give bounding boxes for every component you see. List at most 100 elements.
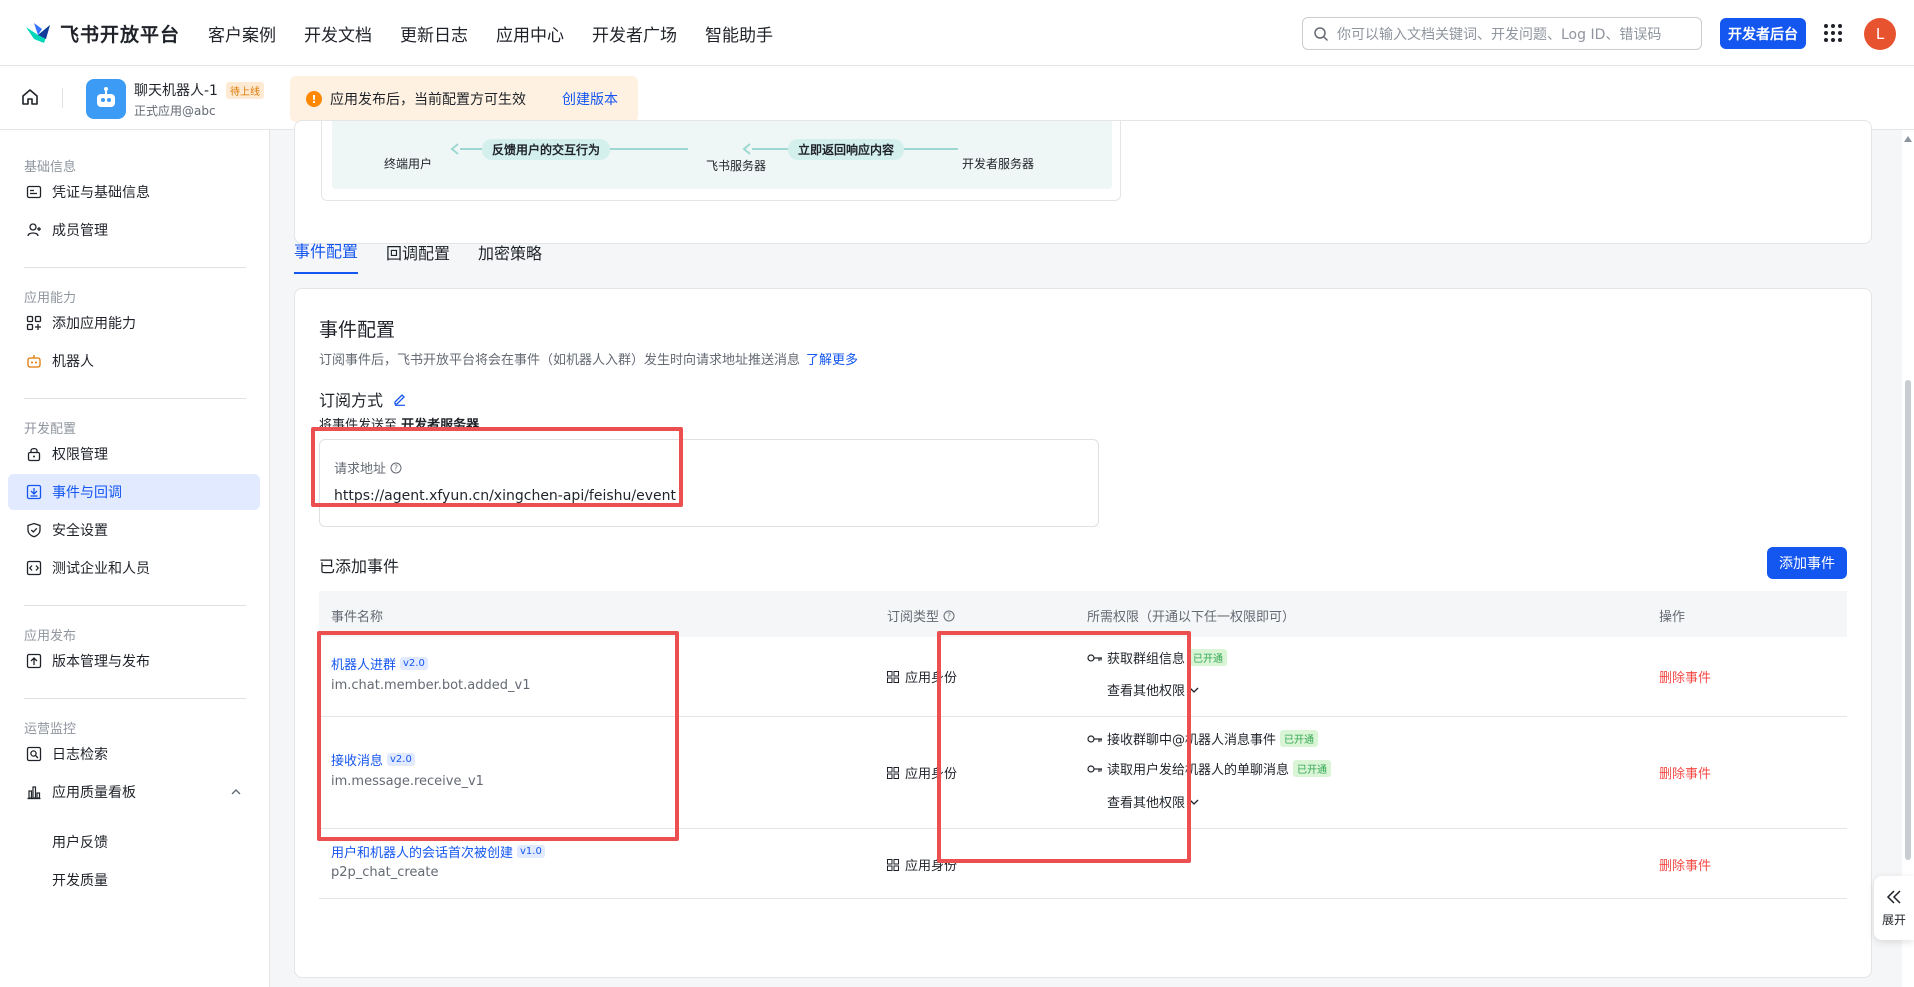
event-name-text: 机器人进群 (331, 658, 397, 673)
nav-docs[interactable]: 开发文档 (304, 21, 372, 46)
delete-event-button[interactable]: 删除事件 (1659, 763, 1711, 782)
sidebar-item-versions[interactable]: 版本管理与发布 (8, 643, 260, 679)
apps-icon (887, 670, 899, 683)
send-to-line: 将事件发送至 开发者服务器 (319, 414, 479, 433)
expand-panel-button[interactable]: 展开 (1874, 876, 1914, 940)
developer-console-button[interactable]: 开发者后台 (1720, 18, 1806, 49)
sidebar: 基础信息 凭证与基础信息 成员管理 应用能力 添加应用能力 机器人 开发配置 权… (0, 130, 270, 987)
nav-assistant[interactable]: 智能助手 (705, 21, 773, 46)
scroll-thumb[interactable] (1905, 380, 1911, 860)
event-code: p2p_chat_create (331, 865, 439, 880)
edit-icon[interactable] (393, 392, 407, 406)
table-header: 事件名称 订阅类型 ? 所需权限（开通以下任一权限即可） 操作 (319, 591, 1847, 637)
request-url-value: https://agent.xfyun.cn/xingchen-api/feis… (334, 488, 676, 504)
user-avatar[interactable]: L (1864, 18, 1896, 50)
event-name[interactable]: 用户和机器人的会话首次被创建 v1.0 (331, 842, 545, 861)
logo-text: 飞书开放平台 (60, 24, 181, 46)
home-icon[interactable] (20, 87, 40, 107)
feishu-logo[interactable]: 飞书开放平台 (24, 20, 180, 47)
main-content: 终端用户 飞书服务器 开发者服务器 反馈用户的交互行为 立即返回响应内容 事件配… (270, 120, 1914, 987)
permission-status-badge: 已开通 (1189, 649, 1228, 666)
flow-pill-respond: 立即返回响应内容 (788, 139, 905, 160)
sidebar-item-logs[interactable]: 日志检索 (8, 736, 260, 772)
sidebar-item-credentials[interactable]: 凭证与基础信息 (8, 174, 260, 210)
divider (62, 88, 63, 108)
id-card-icon (26, 184, 42, 200)
create-version-link[interactable]: 创建版本 (562, 89, 618, 109)
sidebar-item-members[interactable]: 成员管理 (8, 212, 260, 248)
page-scrollbar[interactable] (1902, 130, 1914, 987)
add-event-button[interactable]: 添加事件 (1767, 547, 1847, 579)
nav-changelog[interactable]: 更新日志 (400, 21, 468, 46)
event-name[interactable]: 机器人进群 v2.0 (331, 654, 428, 673)
header-subscription-type: 订阅类型 ? (887, 606, 955, 625)
delete-event-button[interactable]: 删除事件 (1659, 855, 1711, 874)
apps-grid-icon[interactable] (1824, 24, 1842, 42)
added-events-title: 已添加事件 (319, 557, 400, 576)
tab-event-config[interactable]: 事件配置 (294, 238, 359, 274)
subscription-mode-label: 订阅方式 (319, 391, 384, 410)
app-avatar (86, 79, 126, 119)
sidebar-item-events[interactable]: 事件与回调 (8, 474, 260, 510)
sidebar-item-add-ability[interactable]: 添加应用能力 (8, 305, 260, 341)
delete-event-button[interactable]: 删除事件 (1659, 667, 1711, 686)
event-code: im.chat.member.bot.added_v1 (331, 678, 531, 693)
tab-callback-config[interactable]: 回调配置 (386, 240, 450, 274)
permission-label: 读取用户发给机器人的单聊消息 (1107, 763, 1290, 778)
user-add-icon (26, 222, 42, 238)
learn-more-link[interactable]: 了解更多 (806, 353, 858, 368)
view-more-permissions[interactable]: 查看其他权限 (1107, 680, 1199, 699)
subscription-type: 应用身份 (887, 855, 957, 874)
help-icon[interactable]: ? (943, 610, 955, 622)
event-icon (26, 484, 42, 500)
sidebar-item-dev-quality[interactable]: 开发质量 (52, 870, 108, 890)
sidebar-item-security[interactable]: 安全设置 (8, 512, 260, 548)
apps-icon (887, 766, 899, 779)
sidebar-item-label: 测试企业和人员 (52, 561, 150, 577)
request-url-field[interactable]: 请求地址 ? https://agent.xfyun.cn/xingchen-a… (319, 439, 1099, 527)
flow-diagram-bg: 终端用户 飞书服务器 开发者服务器 反馈用户的交互行为 立即返回响应内容 (332, 121, 1112, 189)
header-subscription-type-text: 订阅类型 (887, 610, 940, 625)
version-badge: v2.0 (400, 657, 428, 670)
view-more-permissions[interactable]: 查看其他权限 (1107, 792, 1199, 811)
flow-node-dev-server: 开发者服务器 (962, 157, 1035, 171)
search-input[interactable]: 你可以输入文档关键词、开发问题、Log ID、错误码 (1302, 17, 1702, 50)
robot-icon (26, 353, 42, 369)
sidebar-item-quality[interactable]: 应用质量看板 (8, 774, 260, 810)
arrow-left-icon (742, 143, 751, 155)
robot-icon (97, 87, 115, 107)
sidebar-item-bot[interactable]: 机器人 (8, 343, 260, 379)
event-name-text: 用户和机器人的会话首次被创建 (331, 846, 514, 861)
flow-diagram-card: 终端用户 飞书服务器 开发者服务器 反馈用户的交互行为 立即返回响应内容 (294, 120, 1872, 244)
nav-dev-plaza[interactable]: 开发者广场 (592, 21, 677, 46)
flow-pill-feedback: 反馈用户的交互行为 (482, 139, 611, 160)
app-subtitle: 正式应用@abc (134, 104, 216, 118)
section-description: 订阅事件后，飞书开放平台将会在事件（如机器人入群）发生时向请求地址推送消息 了解更… (319, 349, 858, 368)
permission-item: 读取用户发给机器人的单聊消息 已开通 (1087, 759, 1332, 778)
publish-notice: ! 应用发布后，当前配置方可生效 创建版本 (290, 76, 638, 122)
notice-text: 应用发布后，当前配置方可生效 (330, 92, 526, 108)
subscription-type-text: 应用身份 (905, 767, 958, 782)
event-code: im.message.receive_v1 (331, 774, 484, 789)
sidebar-item-label: 机器人 (52, 354, 94, 370)
divider (24, 698, 246, 699)
subscription-type: 应用身份 (887, 667, 957, 686)
sidebar-item-test-org[interactable]: 测试企业和人员 (8, 550, 260, 586)
event-name[interactable]: 接收消息 v2.0 (331, 750, 415, 769)
table-row: 接收消息 v2.0 im.message.receive_v1 应用身份 接收群… (319, 717, 1847, 829)
sidebar-item-feedback[interactable]: 用户反馈 (52, 832, 108, 852)
scroll-up-arrow[interactable] (1904, 136, 1912, 142)
sidebar-item-label: 安全设置 (52, 523, 108, 539)
subscription-type-text: 应用身份 (905, 671, 958, 686)
sidebar-item-permissions[interactable]: 权限管理 (8, 436, 260, 472)
nav-app-center[interactable]: 应用中心 (496, 21, 564, 46)
permission-label: 接收群聊中@机器人消息事件 (1107, 733, 1277, 748)
divider (24, 398, 246, 399)
nav-cases[interactable]: 客户案例 (208, 21, 276, 46)
sidebar-group-ops: 运营监控 (24, 722, 77, 737)
warning-icon: ! (306, 91, 322, 107)
tab-encryption[interactable]: 加密策略 (478, 240, 542, 274)
log-search-icon (26, 746, 42, 762)
help-icon[interactable]: ? (390, 462, 402, 474)
arrow-left-icon (450, 143, 459, 155)
